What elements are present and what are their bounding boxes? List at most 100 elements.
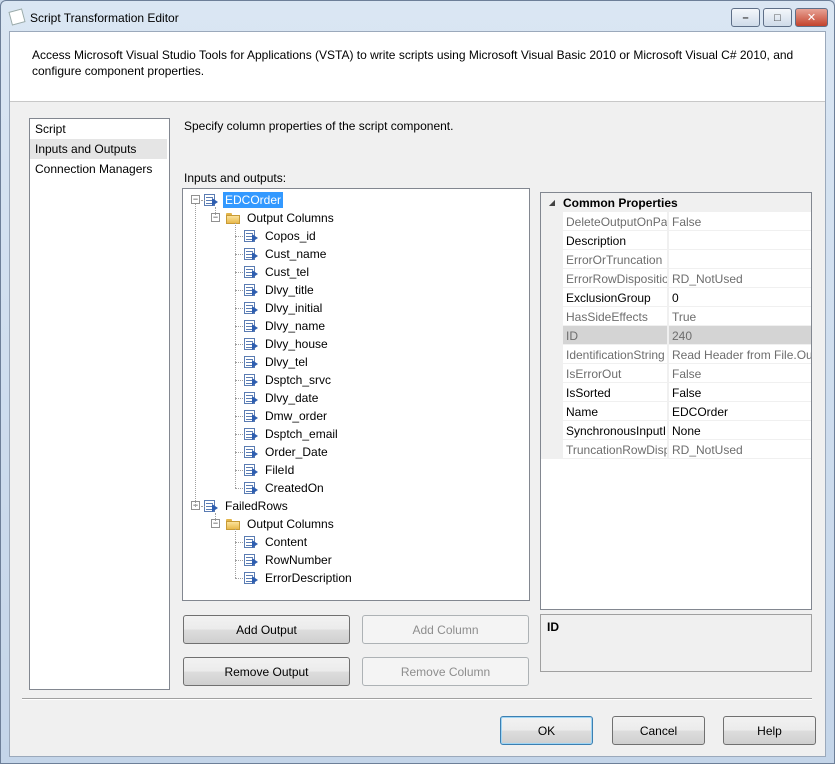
property-value: RD_NotUsed bbox=[668, 440, 811, 459]
output-label[interactable]: FailedRows bbox=[223, 498, 290, 514]
inputs-outputs-label: Inputs and outputs: bbox=[184, 171, 287, 185]
property-row[interactable]: IsSorted False bbox=[541, 383, 811, 402]
cancel-button[interactable]: Cancel bbox=[612, 716, 705, 745]
tree-output-node[interactable]: FailedRows bbox=[203, 497, 290, 515]
property-value[interactable] bbox=[668, 231, 811, 250]
property-name: ExclusionGroup bbox=[563, 288, 667, 307]
tree-column-node[interactable]: Dmw_order bbox=[243, 407, 329, 425]
property-value[interactable]: None bbox=[668, 421, 811, 440]
property-value: True bbox=[668, 307, 811, 326]
property-row[interactable]: ErrorOrTruncation bbox=[541, 250, 811, 269]
property-grid[interactable]: ◢ Common Properties DeleteOutputOnPa Fals… bbox=[540, 192, 812, 610]
column-label: Cust_name bbox=[265, 247, 327, 261]
column-label: ErrorDescription bbox=[265, 571, 352, 585]
collapse-triangle-icon[interactable]: ◢ bbox=[541, 198, 563, 207]
column-icon bbox=[243, 301, 259, 315]
remove-column-button[interactable]: Remove Column bbox=[362, 657, 529, 686]
tree-column-node[interactable]: Dlvy_tel bbox=[243, 353, 310, 371]
property-value bbox=[668, 250, 811, 269]
tree-folder-node[interactable]: Output Columns bbox=[225, 515, 336, 533]
tree-column-node[interactable]: Cust_name bbox=[243, 245, 328, 263]
property-row[interactable]: IdentificationString Read Header from Fil… bbox=[541, 345, 811, 364]
script-app-icon bbox=[8, 8, 26, 26]
property-name: Description bbox=[563, 231, 667, 250]
property-row[interactable]: Description bbox=[541, 231, 811, 250]
property-value[interactable]: False bbox=[668, 383, 811, 402]
inputs-outputs-tree[interactable]: EDCOrder − Output Columns − Copos_id Cust_nam… bbox=[182, 188, 530, 601]
output-icon bbox=[203, 193, 219, 207]
column-label: Dlvy_date bbox=[265, 391, 319, 405]
tree-column-node[interactable]: ErrorDescription bbox=[243, 569, 354, 587]
minimize-button[interactable]: – bbox=[731, 8, 760, 27]
folder-icon bbox=[225, 212, 241, 225]
tree-column-node[interactable]: Dlvy_initial bbox=[243, 299, 324, 317]
column-icon bbox=[243, 481, 259, 495]
property-name: TruncationRowDisp bbox=[563, 440, 667, 459]
dialog-client-area: Access Microsoft Visual Studio Tools for… bbox=[9, 31, 826, 757]
maximize-button[interactable]: □ bbox=[763, 8, 792, 27]
column-label: Dsptch_srvc bbox=[265, 373, 332, 387]
property-row[interactable]: ExclusionGroup 0 bbox=[541, 288, 811, 307]
title-bar[interactable]: Script Transformation Editor – □ ✕ bbox=[1, 1, 834, 35]
property-row[interactable]: IsErrorOut False bbox=[541, 364, 811, 383]
column-label: CreatedOn bbox=[265, 481, 324, 495]
property-row[interactable]: ID 240 bbox=[541, 326, 811, 345]
nav-item-script[interactable]: Script bbox=[30, 119, 169, 139]
tree-column-node[interactable]: Dlvy_date bbox=[243, 389, 320, 407]
tree-folder-node[interactable]: Output Columns bbox=[225, 209, 336, 227]
column-label: Dmw_order bbox=[265, 409, 328, 423]
property-name: SynchronousInputI bbox=[563, 421, 667, 440]
help-button[interactable]: Help bbox=[723, 716, 816, 745]
property-row[interactable]: ErrorRowDispositio RD_NotUsed bbox=[541, 269, 811, 288]
column-label: RowNumber bbox=[265, 553, 332, 567]
tree-column-node[interactable]: Content bbox=[243, 533, 309, 551]
tree-column-node[interactable]: RowNumber bbox=[243, 551, 334, 569]
property-row[interactable]: HasSideEffects True bbox=[541, 307, 811, 326]
column-label: Cust_tel bbox=[265, 265, 310, 279]
column-label: Dsptch_email bbox=[265, 427, 338, 441]
tree-column-node[interactable]: FileId bbox=[243, 461, 296, 479]
column-label: Dlvy_tel bbox=[265, 355, 308, 369]
output-label[interactable]: EDCOrder bbox=[223, 192, 284, 208]
collapse-toggle-icon[interactable]: − bbox=[191, 195, 200, 204]
column-icon bbox=[243, 571, 259, 585]
column-label: Dlvy_initial bbox=[265, 301, 323, 315]
property-name: ID bbox=[563, 326, 667, 345]
property-row[interactable]: SynchronousInputI None bbox=[541, 421, 811, 440]
remove-output-button[interactable]: Remove Output bbox=[183, 657, 350, 686]
close-button[interactable]: ✕ bbox=[795, 8, 828, 27]
tree-column-node[interactable]: Cust_tel bbox=[243, 263, 311, 281]
property-name: DeleteOutputOnPa bbox=[563, 212, 667, 231]
tree-column-node[interactable]: Order_Date bbox=[243, 443, 330, 461]
column-label: Content bbox=[265, 535, 308, 549]
add-output-button[interactable]: Add Output bbox=[183, 615, 350, 644]
ok-button[interactable]: OK bbox=[500, 716, 593, 745]
tree-column-node[interactable]: Dsptch_email bbox=[243, 425, 340, 443]
nav-item-inputs-and-outputs[interactable]: Inputs and Outputs bbox=[30, 139, 167, 159]
tree-column-node[interactable]: Dsptch_srvc bbox=[243, 371, 333, 389]
column-icon bbox=[243, 445, 259, 459]
property-category-header[interactable]: ◢ Common Properties bbox=[541, 193, 811, 212]
column-label: Dlvy_title bbox=[265, 283, 314, 297]
tree-column-node[interactable]: Dlvy_title bbox=[243, 281, 316, 299]
property-row[interactable]: TruncationRowDisp RD_NotUsed bbox=[541, 440, 811, 459]
property-row[interactable]: Name EDCOrder bbox=[541, 402, 811, 421]
column-label: Copos_id bbox=[265, 229, 316, 243]
footer-divider bbox=[22, 698, 812, 700]
tree-column-node[interactable]: CreatedOn bbox=[243, 479, 326, 497]
property-name: IsErrorOut bbox=[563, 364, 667, 383]
tree-column-node[interactable]: Dlvy_name bbox=[243, 317, 327, 335]
property-help-panel: ID bbox=[540, 614, 812, 672]
tree-column-node[interactable]: Dlvy_house bbox=[243, 335, 330, 353]
add-column-button[interactable]: Add Column bbox=[362, 615, 529, 644]
property-value[interactable]: 0 bbox=[668, 288, 811, 307]
nav-item-connection-managers[interactable]: Connection Managers bbox=[30, 159, 169, 179]
folder-label: Output Columns bbox=[247, 517, 334, 531]
tree-column-node[interactable]: Copos_id bbox=[243, 227, 318, 245]
property-value: Read Header from File.Out bbox=[668, 345, 811, 364]
property-row[interactable]: DeleteOutputOnPa False bbox=[541, 212, 811, 231]
column-icon bbox=[243, 265, 259, 279]
dialog-header: Access Microsoft Visual Studio Tools for… bbox=[10, 32, 825, 102]
property-value[interactable]: EDCOrder bbox=[668, 402, 811, 421]
property-name: ErrorRowDispositio bbox=[563, 269, 667, 288]
